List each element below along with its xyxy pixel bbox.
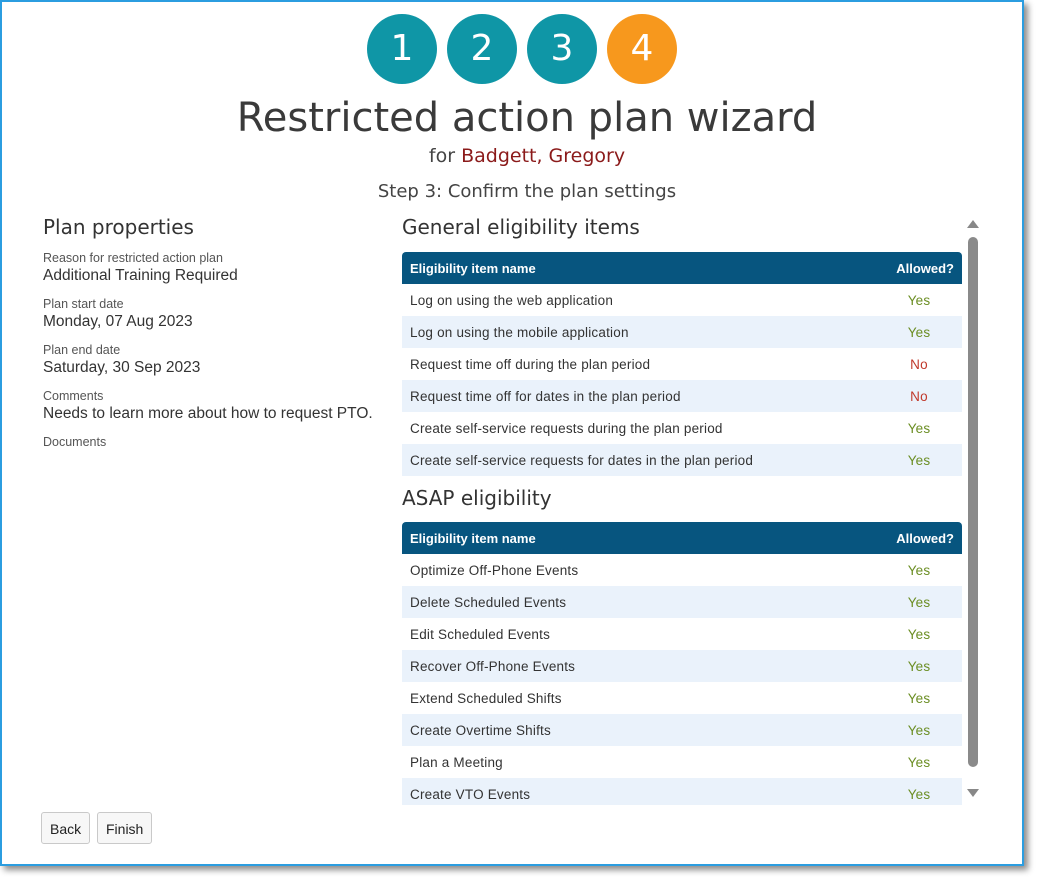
table-row: Create self-service requests for dates i… — [402, 444, 962, 476]
table-row: Edit Scheduled Events Yes — [402, 618, 962, 650]
eligibility-panel[interactable]: General eligibility items Eligibility it… — [402, 215, 982, 805]
eligibility-item-name: Recover Off-Phone Events — [402, 650, 876, 682]
allowed-value: Yes — [907, 562, 931, 578]
table-row: Delete Scheduled Events Yes — [402, 586, 962, 618]
scrollbar-thumb[interactable] — [968, 237, 978, 767]
eligibility-item-name: Edit Scheduled Events — [410, 626, 551, 642]
eligibility-item-name: Create Overtime Shifts — [402, 714, 876, 746]
column-header-name: Eligibility item name — [402, 522, 876, 554]
wizard-window: 1 2 3 4 Restricted action plan wizard fo… — [0, 0, 1024, 866]
step-4-circle: 4 — [607, 14, 677, 84]
eligibility-item-name: Create self-service requests for dates i… — [402, 444, 876, 476]
allowed-value: Yes — [907, 690, 931, 706]
plan-properties-heading: Plan properties — [43, 215, 194, 239]
finish-button[interactable]: Finish — [97, 812, 153, 844]
documents-label: Documents — [43, 435, 107, 449]
allowed-value: No — [876, 380, 962, 412]
table-row: Log on using the mobile application Yes — [402, 316, 962, 348]
eligibility-item-name: Log on using the web application — [410, 292, 614, 308]
comments-value: Needs to learn more about how to request… — [43, 405, 373, 422]
allowed-value: Yes — [876, 444, 962, 476]
table-row: Create Overtime Shifts Yes — [402, 714, 962, 746]
start-date-value: Monday, 07 Aug 2023 — [43, 313, 193, 330]
eligibility-item-name: Create self-service requests during the … — [410, 420, 723, 436]
start-date-label: Plan start date — [43, 297, 124, 311]
reason-value: Additional Training Required — [43, 267, 238, 284]
general-eligibility-table: Eligibility item name Allowed? Log on us… — [402, 252, 962, 476]
allowed-value: Yes — [876, 778, 962, 805]
eligibility-item-name: Request time off for dates in the plan p… — [402, 380, 876, 412]
end-date-value: Saturday, 30 Sep 2023 — [43, 359, 201, 376]
asap-eligibility-heading: ASAP eligibility — [402, 486, 552, 510]
step-title: Step 3: Confirm the plan settings — [377, 181, 677, 202]
allowed-value: Yes — [907, 420, 931, 436]
allowed-value: Yes — [907, 754, 931, 770]
table-row: Recover Off-Phone Events Yes — [402, 650, 962, 682]
page-subtitle: for Badgett, Gregory — [2, 145, 1037, 167]
scroll-up-arrow-icon[interactable] — [967, 220, 979, 228]
allowed-value: Yes — [907, 292, 931, 308]
step-1-circle[interactable]: 1 — [367, 14, 437, 84]
column-header-name: Eligibility item name — [402, 252, 876, 284]
column-header-allowed: Allowed? — [876, 522, 962, 554]
for-label: for — [428, 145, 456, 167]
page-title: Restricted action plan wizard — [236, 95, 818, 141]
table-row: Log on using the web application Yes — [402, 284, 962, 316]
employee-name: Badgett, Gregory — [461, 145, 626, 167]
allowed-value: Yes — [876, 586, 962, 618]
scroll-down-arrow-icon[interactable] — [967, 789, 979, 797]
table-row: Extend Scheduled Shifts Yes — [402, 682, 962, 714]
eligibility-item-name: Create VTO Events — [402, 778, 876, 805]
allowed-value: No — [910, 356, 928, 372]
eligibility-item-name: Log on using the mobile application — [402, 316, 876, 348]
allowed-value: Yes — [876, 650, 962, 682]
column-header-allowed: Allowed? — [876, 252, 962, 284]
allowed-value: Yes — [907, 626, 931, 642]
table-row: Request time off for dates in the plan p… — [402, 380, 962, 412]
general-eligibility-heading: General eligibility items — [402, 215, 640, 239]
plan-properties-panel: Plan properties Reason for restricted ac… — [43, 215, 383, 449]
eligibility-item-name: Extend Scheduled Shifts — [410, 690, 562, 706]
table-row: Request time off during the plan period N… — [402, 348, 962, 380]
eligibility-item-name: Delete Scheduled Events — [402, 586, 876, 618]
step-3-circle[interactable]: 3 — [527, 14, 597, 84]
table-row: Optimize Off-Phone Events Yes — [402, 554, 962, 586]
table-row: Plan a Meeting Yes — [402, 746, 962, 778]
eligibility-item-name: Request time off during the plan period — [410, 356, 651, 372]
eligibility-item-name: Optimize Off-Phone Events — [410, 562, 579, 578]
back-button[interactable]: Back — [41, 812, 91, 844]
reason-label: Reason for restricted action plan — [43, 251, 223, 265]
table-row: Create self-service requests during the … — [402, 412, 962, 444]
end-date-label: Plan end date — [43, 343, 121, 357]
comments-label: Comments — [43, 389, 104, 403]
eligibility-item-name: Plan a Meeting — [410, 754, 503, 770]
table-row: Create VTO Events Yes — [402, 778, 962, 805]
asap-eligibility-table: Eligibility item name Allowed? Optimize … — [402, 522, 962, 805]
allowed-value: Yes — [876, 316, 962, 348]
step-2-circle[interactable]: 2 — [447, 14, 517, 84]
allowed-value: Yes — [876, 714, 962, 746]
